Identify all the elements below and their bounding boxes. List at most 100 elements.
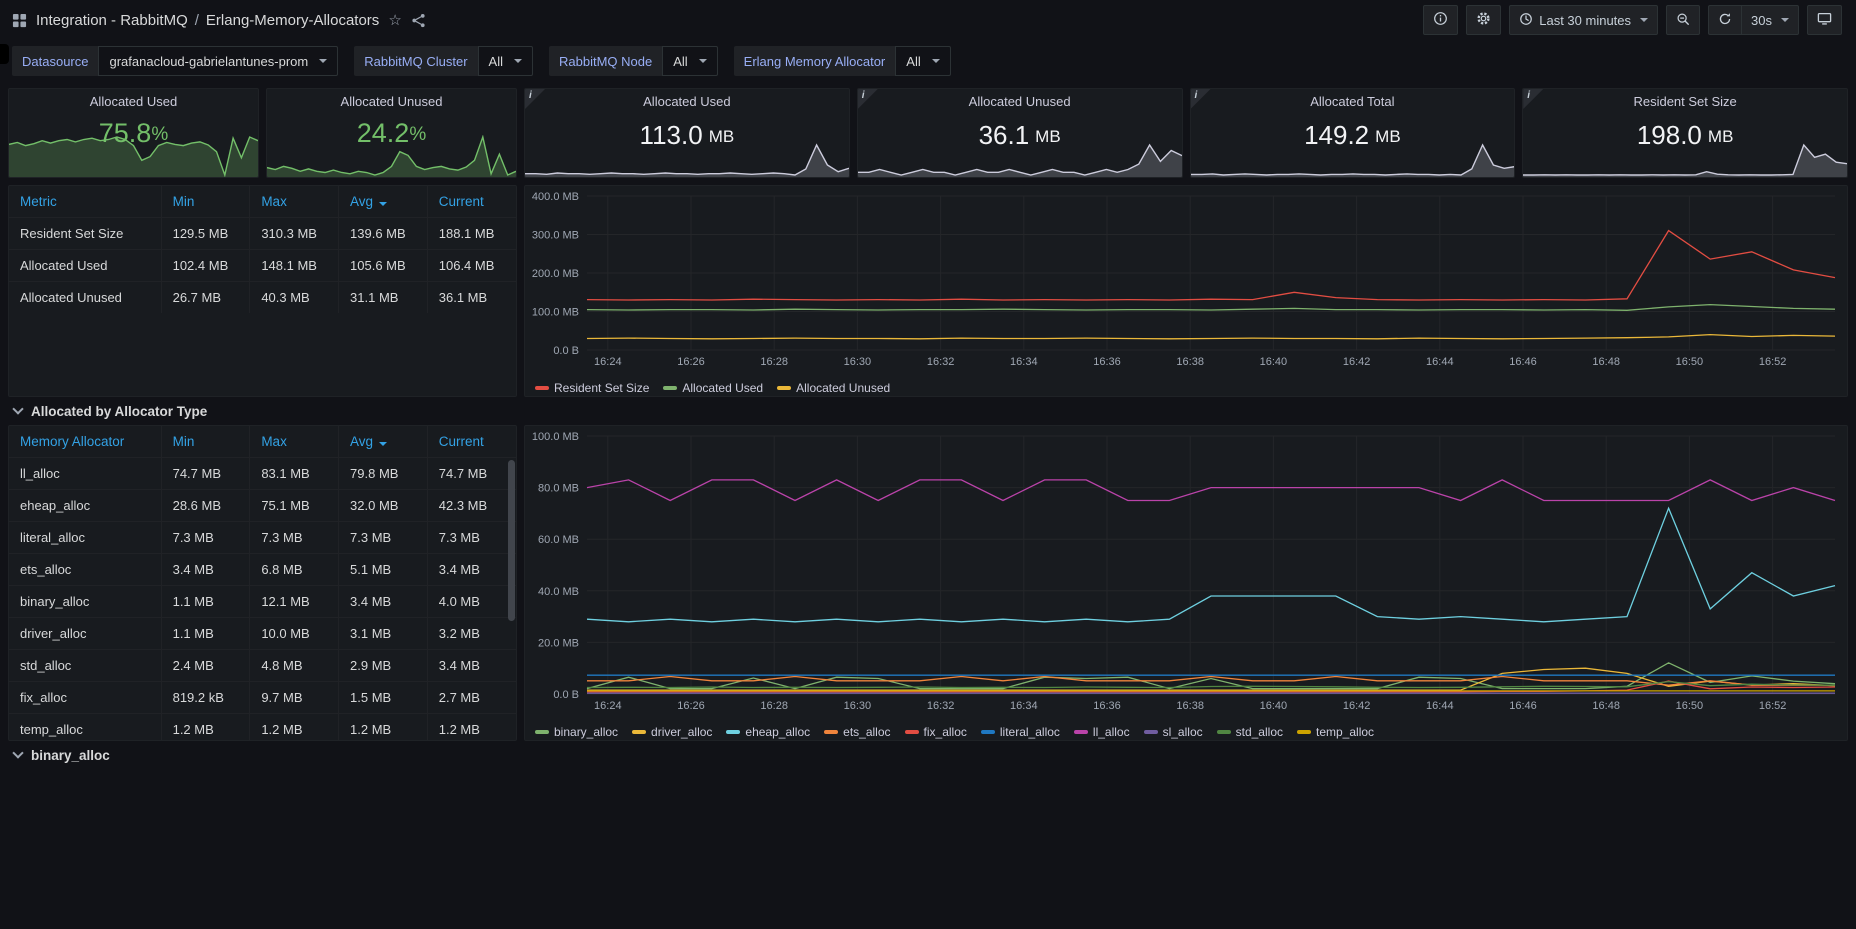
column-header-avg[interactable]: Avg — [339, 426, 428, 458]
legend-item-ets_alloc[interactable]: ets_alloc — [824, 725, 890, 739]
metrics-table: MetricMinMaxAvgCurrentResident Set Size1… — [9, 186, 516, 396]
value-cell: 6.8 MB — [250, 554, 339, 586]
value-cell: 106.4 MB — [427, 250, 516, 282]
value-cell: 83.1 MB — [250, 458, 339, 490]
star-icon[interactable]: ☆ — [388, 13, 401, 28]
variable-value-dropdown[interactable]: All — [895, 46, 950, 76]
legend-item-binary_alloc[interactable]: binary_alloc — [535, 725, 618, 739]
variable-value-dropdown[interactable]: All — [662, 46, 717, 76]
value-cell: 129.5 MB — [161, 218, 250, 250]
share-icon[interactable] — [411, 13, 426, 28]
variable-selected-value: All — [489, 54, 503, 69]
legend-item-Allocated Used[interactable]: Allocated Used — [663, 381, 763, 395]
panel-info-corner-icon[interactable]: i — [525, 89, 545, 109]
panel-title[interactable]: Allocated Used — [90, 89, 177, 109]
value-cell: 7.3 MB — [427, 522, 516, 554]
value-cell: 310.3 MB — [250, 218, 339, 250]
svg-text:16:24: 16:24 — [594, 356, 622, 368]
value-cell: 40.3 MB — [250, 282, 339, 314]
dashboard-settings-button[interactable] — [1466, 5, 1501, 35]
allocators-timeseries-chart[interactable]: 0.0 B20.0 MB40.0 MB60.0 MB80.0 MB100.0 M… — [525, 426, 1847, 740]
refresh-button[interactable] — [1708, 5, 1741, 35]
panel-title[interactable]: Resident Set Size — [1633, 89, 1736, 109]
value-cell: 2.4 MB — [161, 650, 250, 682]
legend-item-std_alloc[interactable]: std_alloc — [1217, 725, 1283, 739]
panel-info-corner-icon[interactable]: i — [1523, 89, 1543, 109]
panel-info-corner-icon[interactable]: i — [858, 89, 878, 109]
legend-item-fix_alloc[interactable]: fix_alloc — [905, 725, 967, 739]
stat-unit: MB — [1035, 127, 1061, 147]
svg-text:300.0 MB: 300.0 MB — [532, 230, 579, 242]
sort-caret-icon — [379, 442, 387, 446]
svg-text:16:52: 16:52 — [1759, 356, 1787, 368]
refresh-interval-picker[interactable]: 30s — [1741, 5, 1799, 35]
column-header-max[interactable]: Max — [250, 426, 339, 458]
column-header-min[interactable]: Min — [161, 426, 250, 458]
variables-bar: Datasource grafanacloud-gabrielantunes-p… — [0, 40, 1856, 84]
value-cell: 28.6 MB — [161, 490, 250, 522]
column-header-avg[interactable]: Avg — [339, 186, 428, 218]
svg-text:16:28: 16:28 — [760, 700, 788, 712]
panel-info-corner-icon[interactable]: i — [1191, 89, 1211, 109]
legend-item-temp_alloc[interactable]: temp_alloc — [1297, 725, 1374, 739]
chart-legend: Resident Set Size Allocated Used Allocated… — [525, 375, 1847, 397]
column-header-min[interactable]: Min — [161, 186, 250, 218]
legend-swatch-icon — [905, 730, 919, 734]
tv-mode-button[interactable] — [1807, 5, 1842, 35]
row-label-cell: std_alloc — [9, 650, 161, 682]
legend-item-driver_alloc[interactable]: driver_alloc — [632, 725, 712, 739]
column-header-current[interactable]: Current — [427, 426, 516, 458]
column-header-metric[interactable]: Metric — [9, 186, 161, 218]
value-cell: 12.1 MB — [250, 586, 339, 618]
svg-text:16:48: 16:48 — [1592, 356, 1620, 368]
column-header-max[interactable]: Max — [250, 186, 339, 218]
gauge-value: 75.8% — [99, 109, 168, 177]
legend-swatch-icon — [1144, 730, 1158, 734]
variable-datasource: Datasource grafanacloud-gabrielantunes-p… — [12, 46, 338, 76]
value-cell: 3.4 MB — [161, 554, 250, 586]
value-cell: 102.4 MB — [161, 250, 250, 282]
legend-item-eheap_alloc[interactable]: eheap_alloc — [726, 725, 810, 739]
info-button[interactable] — [1423, 5, 1458, 35]
legend-label: sl_alloc — [1163, 725, 1203, 739]
legend-item-ll_alloc[interactable]: ll_alloc — [1074, 725, 1130, 739]
panel-title[interactable]: Allocated Unused — [341, 89, 443, 109]
zoom-out-icon — [1676, 12, 1690, 29]
legend-item-Resident Set Size[interactable]: Resident Set Size — [535, 381, 649, 395]
panel-title[interactable]: Allocated Unused — [969, 89, 1071, 109]
time-range-picker[interactable]: Last 30 minutes — [1509, 5, 1658, 35]
value-cell: 75.1 MB — [250, 490, 339, 522]
refresh-interval-label: 30s — [1751, 13, 1772, 28]
legend-label: fix_alloc — [924, 725, 967, 739]
column-header-current[interactable]: Current — [427, 186, 516, 218]
value-cell: 1.2 MB — [250, 714, 339, 741]
panel-title[interactable]: Allocated Used — [643, 89, 730, 109]
column-header-memory-allocator[interactable]: Memory Allocator — [9, 426, 161, 458]
legend-swatch-icon — [663, 386, 677, 390]
legend-item-Allocated Unused[interactable]: Allocated Unused — [777, 381, 890, 395]
dashboard-grid-icon[interactable] — [12, 13, 27, 28]
value-cell: 3.4 MB — [339, 586, 428, 618]
svg-text:16:42: 16:42 — [1343, 356, 1371, 368]
value-cell: 819.2 kB — [161, 682, 250, 714]
zoom-out-button[interactable] — [1666, 5, 1700, 35]
value-cell: 7.3 MB — [161, 522, 250, 554]
value-cell: 139.6 MB — [339, 218, 428, 250]
row-binary-alloc[interactable]: binary_alloc — [8, 741, 1848, 769]
scrollbar-thumb[interactable] — [508, 460, 515, 621]
variable-value-dropdown[interactable]: grafanacloud-gabrielantunes-prom — [98, 46, 338, 76]
memory-timeseries-chart[interactable]: 0.0 B100.0 MB200.0 MB300.0 MB400.0 MB16:… — [525, 186, 1847, 396]
legend-item-literal_alloc[interactable]: literal_alloc — [981, 725, 1060, 739]
legend-label: ets_alloc — [843, 725, 890, 739]
legend-item-sl_alloc[interactable]: sl_alloc — [1144, 725, 1203, 739]
value-cell: 2.7 MB — [427, 682, 516, 714]
breadcrumb-folder[interactable]: Integration - RabbitMQ — [36, 12, 188, 29]
panel-title[interactable]: Allocated Total — [1310, 89, 1394, 109]
side-menu-peek[interactable] — [0, 44, 9, 64]
table-scrollbar[interactable] — [508, 460, 515, 737]
variable-value-dropdown[interactable]: All — [478, 46, 533, 76]
panel-stat-allocated-used: i Allocated Used 113.0MB — [524, 88, 850, 178]
table-row: std_alloc2.4 MB4.8 MB2.9 MB3.4 MB — [9, 650, 516, 682]
breadcrumb-dashboard[interactable]: Erlang-Memory-Allocators — [206, 12, 379, 29]
row-allocated-by-allocator-type[interactable]: Allocated by Allocator Type — [8, 397, 1848, 425]
